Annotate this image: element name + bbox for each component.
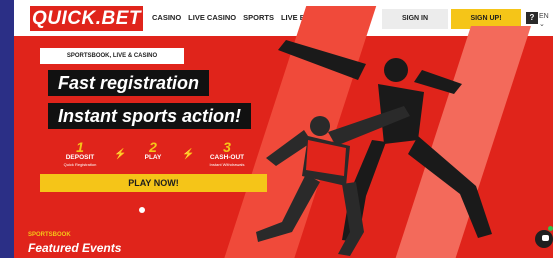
step-sub: Instant Withdrawals: [209, 162, 245, 167]
step-deposit: 1 DEPOSIT Quick Registration: [52, 140, 108, 167]
nav-live-casino[interactable]: LIVE CASINO: [188, 13, 236, 22]
online-status-dot: [548, 226, 553, 231]
browser-viewport: QUICK.BET CASINO LIVE CASINO SPORTS LIVE…: [14, 0, 553, 258]
step-number: 1: [76, 139, 84, 155]
nav-casino[interactable]: CASINO: [152, 13, 181, 22]
language-label: EN: [539, 13, 549, 20]
headline-fast-registration: Fast registration: [48, 70, 210, 96]
language-selector[interactable]: EN ⌄: [539, 13, 553, 28]
section-kicker: SPORTSBOOK: [28, 232, 71, 238]
step-title: CASH-OUT: [209, 154, 245, 161]
step-title: PLAY: [144, 154, 162, 161]
chevron-down-icon: ⌄: [539, 21, 545, 28]
step-number: 2: [149, 139, 157, 155]
step-sub: Quick Registration: [63, 162, 97, 167]
step-play: 2 PLAY: [130, 140, 176, 162]
step-number: 3: [223, 139, 231, 155]
help-icon[interactable]: ?: [526, 12, 538, 24]
headline-instant-sports: Instant sports action!: [48, 103, 252, 129]
lightning-icon: ⚡: [114, 149, 127, 160]
section-title: Featured Events: [28, 241, 122, 255]
carousel-dot[interactable]: [139, 207, 145, 213]
step-title: DEPOSIT: [65, 154, 95, 161]
sign-in-button[interactable]: SIGN IN: [382, 9, 448, 29]
play-now-button[interactable]: PLAY NOW!: [40, 174, 267, 192]
hero-badge: SPORTSBOOK, LIVE & CASINO: [40, 48, 184, 64]
lightning-icon: ⚡: [182, 149, 195, 160]
quickbet-logo[interactable]: QUICK.BET: [30, 6, 143, 31]
steps-row: 1 DEPOSIT Quick Registration ⚡ 2 PLAY ⚡ …: [52, 140, 257, 176]
chat-bubble-icon: [542, 235, 549, 241]
step-cash-out: 3 CASH-OUT Instant Withdrawals: [198, 140, 256, 167]
nav-sports[interactable]: SPORTS: [243, 13, 274, 22]
hero-banner: SPORTSBOOK, LIVE & CASINO Fast registrat…: [14, 6, 553, 258]
football-players-icon: [256, 40, 492, 256]
